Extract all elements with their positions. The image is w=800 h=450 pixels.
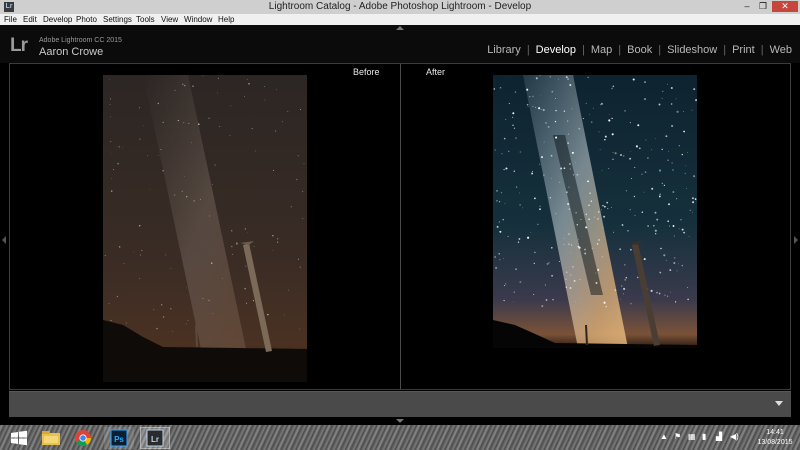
compare-divider [400, 64, 401, 389]
module-separator: | [582, 44, 585, 56]
before-photo[interactable] [103, 75, 307, 382]
lightroom-logo: Lr [10, 35, 28, 56]
photoshop-icon[interactable]: Ps [104, 427, 134, 449]
menu-window[interactable]: Window [184, 15, 212, 24]
menu-view[interactable]: View [161, 15, 178, 24]
module-separator: | [526, 44, 530, 56]
module-separator: | [658, 44, 662, 56]
lightroom-icon-label: Lr [151, 435, 159, 444]
battery-icon[interactable]: ▮ [702, 432, 706, 441]
menu-help[interactable]: Help [218, 15, 234, 24]
chrome-icon[interactable] [68, 427, 98, 449]
clock-time: 14:41 [766, 429, 784, 436]
photoshop-icon-label: Ps [114, 435, 124, 444]
module-book[interactable]: Book [627, 44, 652, 56]
menu-tools[interactable]: Tools [136, 15, 155, 24]
show-hidden-icons-icon[interactable]: ▲ [660, 432, 668, 441]
windows-update-icon[interactable]: ▦ [688, 432, 696, 441]
menu-develop[interactable]: Develop [43, 15, 72, 24]
right-panel-toggle-icon[interactable] [794, 236, 798, 244]
module-picker: Library | Develop | Map | Book | Slideshow | Print… [487, 44, 792, 56]
menu-edit[interactable]: Edit [23, 15, 37, 24]
minimize-button[interactable]: – [740, 1, 754, 12]
module-slideshow[interactable]: Slideshow [667, 44, 717, 56]
product-name: Adobe Lightroom CC 2015 [39, 37, 122, 44]
toolbar-content-dropdown-icon[interactable] [775, 401, 783, 406]
menu-file[interactable]: File [4, 15, 17, 24]
module-library[interactable]: Library [487, 44, 521, 56]
module-separator: | [618, 44, 622, 56]
identity-plate-bar: Lr Adobe Lightroom CC 2015 Aaron Crowe L… [0, 25, 800, 63]
clock-date: 13/08/2015 [757, 439, 793, 446]
menu-settings[interactable]: Settings [103, 15, 132, 24]
windows-start-icon[interactable] [4, 427, 34, 449]
user-name: Aaron Crowe [39, 46, 104, 58]
windows-taskbar: Ps Lr ▲ ⚑ ▦ ▮ ▟ ◀) 14:41 13/08/2015 [0, 425, 800, 450]
module-separator: | [723, 44, 727, 56]
window-title: Lightroom Catalog - Adobe Photoshop Ligh… [268, 1, 532, 12]
volume-icon[interactable]: ◀) [730, 432, 739, 441]
flag-icon[interactable]: ⚑ [674, 432, 681, 441]
close-button[interactable]: ✕ [772, 1, 798, 12]
module-web[interactable]: Web [770, 44, 792, 56]
filmstrip-toggle-icon[interactable] [396, 419, 404, 423]
after-photo[interactable] [493, 75, 697, 348]
network-icon[interactable]: ▟ [716, 432, 722, 441]
module-separator: | [760, 44, 764, 56]
lightroom-icon[interactable]: Lr [140, 427, 170, 449]
after-label: After [426, 67, 446, 77]
menu-bar: File Edit Develop Photo Settings Tools V… [0, 14, 800, 25]
maximize-button[interactable]: ❐ [756, 1, 770, 12]
left-panel-toggle-icon[interactable] [2, 236, 6, 244]
before-label: Before [353, 67, 380, 77]
module-map[interactable]: Map [591, 44, 612, 56]
taskbar-clock[interactable]: 14:41 13/08/2015 [752, 428, 798, 448]
module-develop[interactable]: Develop [536, 44, 576, 56]
develop-toolbar [9, 391, 791, 417]
file-explorer-icon[interactable] [36, 427, 66, 449]
top-panel-toggle-icon[interactable] [396, 26, 404, 30]
module-print[interactable]: Print [732, 44, 755, 56]
menu-photo[interactable]: Photo [76, 15, 97, 24]
before-after-view: Before After [9, 63, 791, 390]
window-title-bar[interactable]: Lr Lightroom Catalog - Adobe Photoshop L… [0, 0, 800, 14]
